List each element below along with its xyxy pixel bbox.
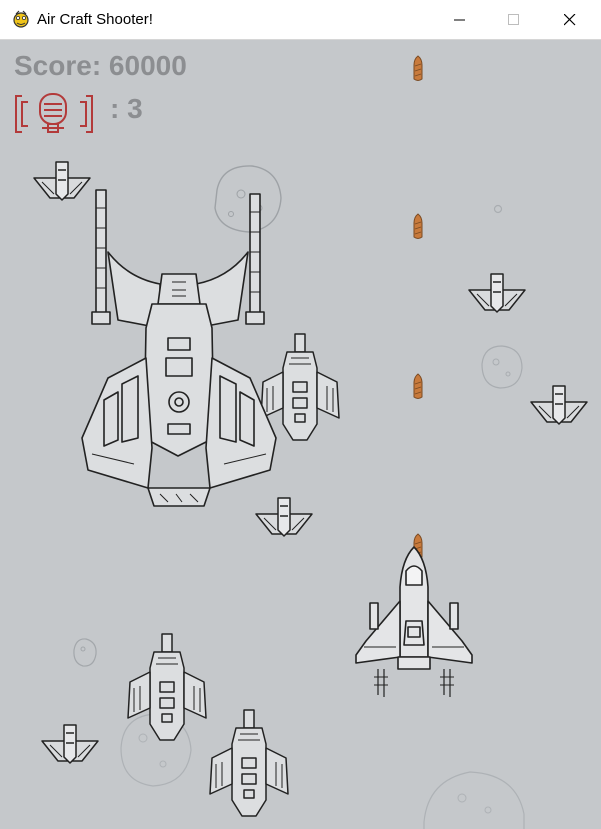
asteroid-sprite <box>481 345 523 389</box>
bullet-sprite <box>413 213 423 239</box>
bullet-sprite <box>413 55 423 81</box>
small-enemy-aircraft <box>41 724 99 764</box>
window-title: Air Craft Shooter! <box>37 11 153 28</box>
minimize-icon <box>454 19 465 21</box>
asteroid-sprite <box>73 638 97 667</box>
pygame-snake-icon <box>13 10 29 28</box>
maximize-button[interactable] <box>491 0 537 40</box>
medium-enemy-aircraft <box>127 633 207 741</box>
small-enemy-aircraft <box>530 385 588 425</box>
medium-enemy-aircraft <box>209 709 289 817</box>
minimize-button[interactable] <box>437 0 483 40</box>
hero-aircraft <box>355 546 473 697</box>
small-enemy-aircraft <box>255 497 313 537</box>
close-icon <box>564 14 576 26</box>
score-label: Score: 60000 <box>14 50 187 81</box>
bomb-count-label: : 3 <box>110 93 143 124</box>
window-titlebar[interactable]: Air Craft Shooter! <box>0 0 601 40</box>
bomb-icon <box>15 93 93 133</box>
asteroid-sprite <box>493 204 503 214</box>
close-button[interactable] <box>547 0 593 40</box>
small-enemy-aircraft <box>468 273 526 313</box>
maximize-icon <box>508 14 519 25</box>
large-enemy-aircraft <box>81 189 277 507</box>
bullet-sprite <box>413 373 423 399</box>
game-canvas[interactable]: Score: 60000 : 3 <box>0 40 601 829</box>
asteroid-sprite <box>423 771 525 829</box>
